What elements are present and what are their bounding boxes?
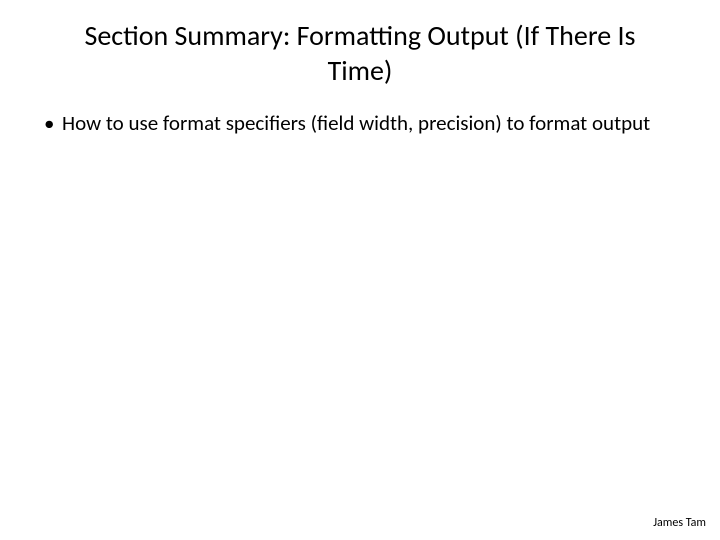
bullet-list: How to use format specifiers (field widt… xyxy=(30,110,690,136)
slide-title: Section Summary: Formatting Output (If T… xyxy=(60,18,660,88)
slide-container: Section Summary: Formatting Output (If T… xyxy=(0,0,720,540)
footer-author: James Tam xyxy=(653,516,706,530)
list-item: How to use format specifiers (field widt… xyxy=(40,110,690,136)
